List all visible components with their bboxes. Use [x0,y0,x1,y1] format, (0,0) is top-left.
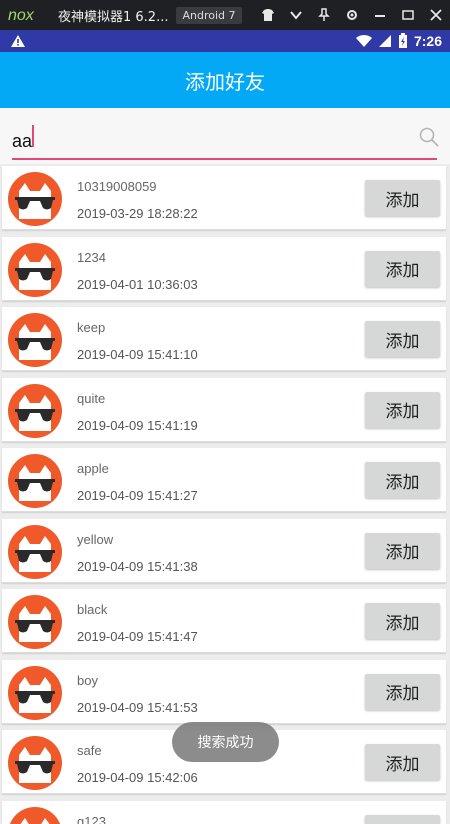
pin-icon[interactable] [316,7,332,23]
emulator-actions [260,0,444,30]
android-version-badge: Android 7 [176,6,242,24]
friend-name: safe [77,743,102,758]
list-item: yellow 2019-04-09 15:41:38 添加 [2,518,446,583]
list-item: keep 2019-04-09 15:41:10 添加 [2,307,446,371]
nox-logo-icon: nox [8,7,35,24]
add-friend-button[interactable]: 添加 [365,180,440,216]
avatar [8,524,62,579]
status-icons: 7:26 [355,30,442,52]
toast-message: 搜索成功 [172,722,279,762]
status-bar: 7:26 [0,30,450,52]
search-input[interactable] [12,124,437,160]
add-friend-button[interactable]: 添加 [365,250,440,287]
list-item: apple 2019-04-09 15:41:27 添加 [2,448,446,512]
avatar [8,665,62,720]
friend-name: yellow [77,531,114,547]
friend-time: 2019-04-09 15:41:53 [77,699,198,715]
friend-name: quite [77,390,106,406]
search-area [0,108,450,164]
friend-name: 1234 [77,249,106,265]
friend-time: 2019-04-09 15:41:27 [77,488,198,503]
page-title: 添加好友 [185,69,265,94]
avatar [8,736,62,790]
avatar [8,172,62,226]
list-item: quite 2019-04-09 15:41:19 添加 [2,377,446,442]
status-time: 7:26 [413,33,442,49]
friend-name: 10319008059 [77,179,157,194]
list-item: 10319008059 2019-03-29 18:28:22 添加 [2,166,446,230]
avatar [8,595,62,649]
wifi-icon [355,34,372,47]
signal-icon [378,35,391,47]
avatar [8,454,62,508]
avatar [9,806,61,824]
close-icon[interactable] [428,7,444,23]
list-item: 1234 2019-04-01 10:36:03 添加 [2,236,446,301]
friend-time: 2019-04-01 10:36:03 [77,276,198,292]
avatar [8,242,62,297]
add-friend-button[interactable]: 添加 [365,603,440,639]
add-friend-button[interactable]: 添加 [365,321,440,357]
friend-time: 2019-03-29 18:28:22 [77,206,198,221]
add-friend-button[interactable]: 添加 [365,532,440,569]
friend-time: 2019-04-09 15:41:47 [77,629,198,644]
friend-time: 2019-04-09 15:41:19 [77,417,198,433]
friend-name: g123 [77,813,106,824]
list-item: boy 2019-04-09 15:41:53 添加 [2,659,446,724]
friend-time: 2019-04-09 15:41:38 [77,558,198,574]
friend-name: black [77,602,108,617]
search-icon[interactable] [419,127,439,147]
friend-time: 2019-04-09 15:42:06 [77,770,198,785]
emulator-title-bar: nox 夜神模拟器1 6.2... Android 7 [0,0,450,30]
add-friend-button[interactable]: 添加 [365,462,440,498]
avatar [8,313,62,367]
add-friend-button[interactable]: 添加 [365,391,440,428]
warning-icon [11,35,25,47]
chevron-down-icon[interactable] [288,7,304,23]
friend-name: apple [77,461,109,476]
avatar [8,383,62,438]
add-friend-button[interactable]: 添加 [365,673,440,710]
maximize-icon[interactable] [400,7,416,23]
emulator-title: 夜神模拟器1 6.2... [58,9,169,25]
app-bar: 添加好友 [0,52,450,108]
list-item: g123 添加 [2,800,446,824]
battery-icon [398,33,407,48]
list-item: black 2019-04-09 15:41:47 添加 [2,589,446,653]
friend-name: boy [77,672,98,688]
svg-text:nox: nox [8,7,35,24]
friend-name: keep [77,320,106,335]
add-friend-button[interactable]: 添加 [365,744,440,780]
minimize-icon[interactable] [372,7,388,23]
add-friend-button[interactable]: 添加 [365,814,440,824]
text-cursor [32,125,34,147]
shirt-icon[interactable] [260,7,276,23]
gear-icon[interactable] [344,7,360,23]
friend-time: 2019-04-09 15:41:10 [77,347,198,362]
